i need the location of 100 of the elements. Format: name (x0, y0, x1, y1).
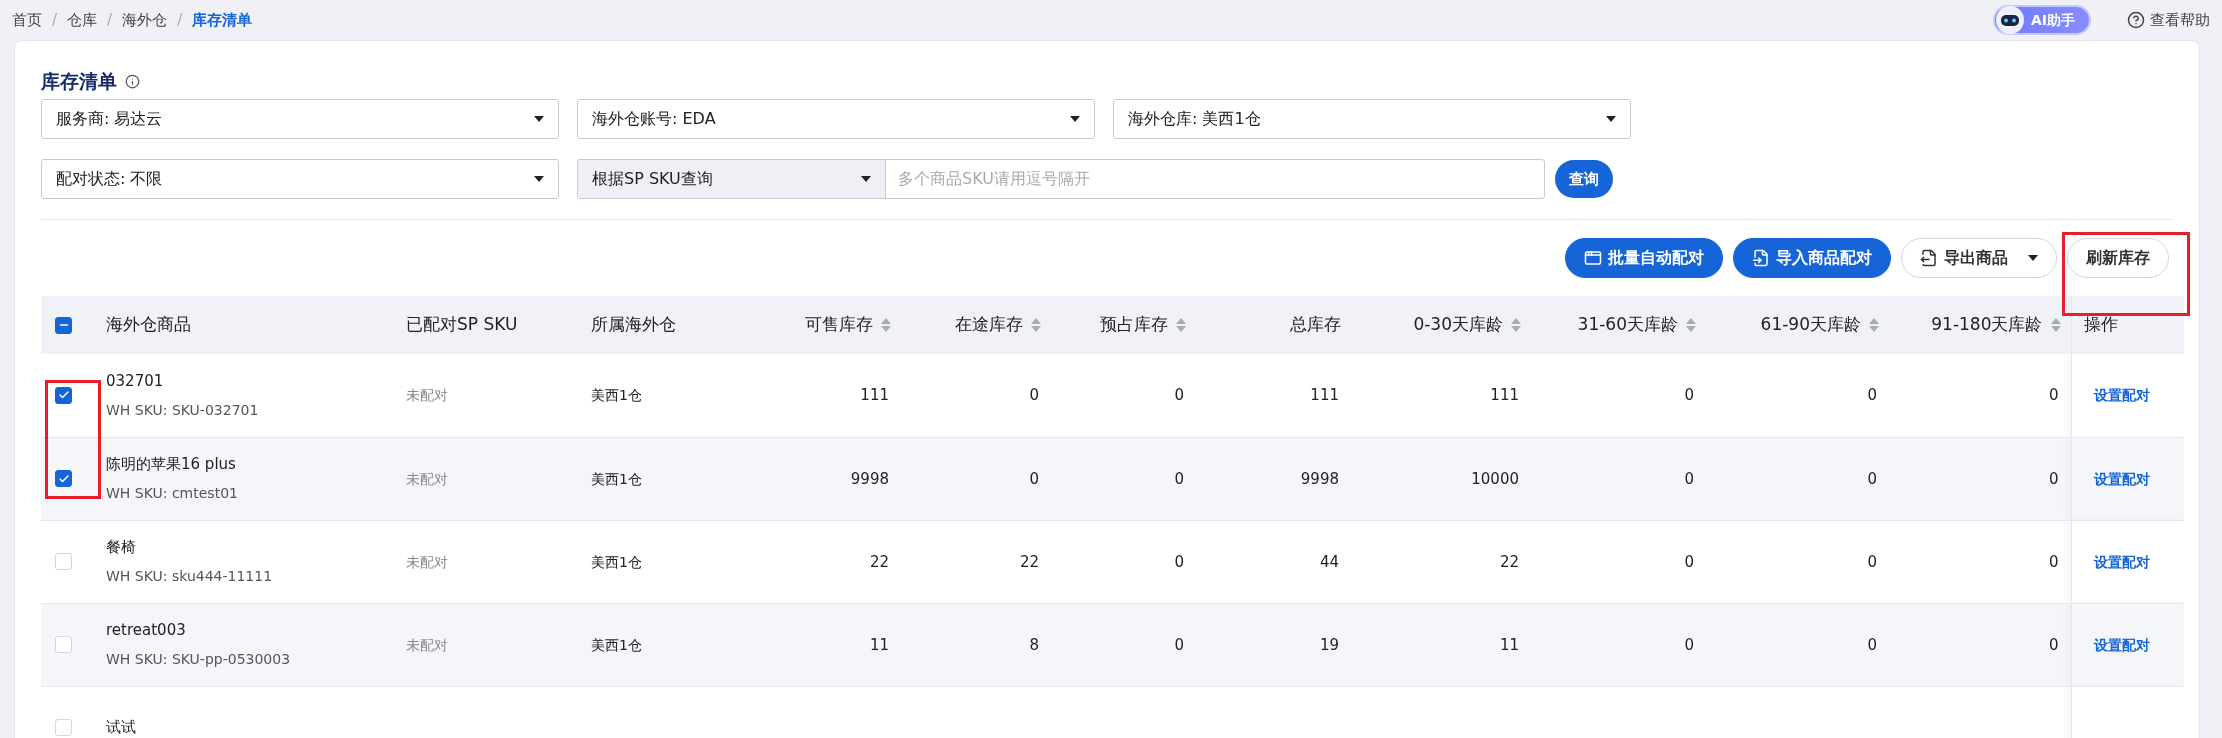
toolbar-button[interactable]: 批量自动配对 (1565, 238, 1723, 278)
file-arrow-icon (1752, 249, 1770, 267)
set-pairing-link[interactable]: 设置配对 (2093, 553, 2150, 570)
stock-value: 0 (2048, 469, 2059, 488)
toolbar-button[interactable]: 导入商品配对 (1733, 238, 1891, 278)
breadcrumb-link[interactable]: 仓库 (67, 8, 98, 32)
stock-value: 22 (1499, 552, 1519, 571)
robot-icon (1994, 5, 2025, 35)
breadcrumb-link[interactable]: 首页 (12, 8, 42, 32)
stock-value: 0 (1174, 552, 1184, 571)
sort-icon[interactable] (1511, 318, 1521, 332)
stock-value: 0 (2048, 552, 2059, 571)
column-header: 0-30天库龄 (1413, 313, 1503, 337)
search-field[interactable]: 根据SP SKU查询 多个商品SKU请用逗号隔开 (577, 159, 1545, 199)
column-header: 91-180天库龄 (1931, 313, 2043, 337)
product-name: retreat003 (106, 619, 187, 641)
stock-value: 0 (1684, 386, 1694, 405)
warehouse-name: 美西1仓 (591, 553, 642, 570)
stock-value: 111 (860, 386, 889, 405)
stock-value: 0 (1174, 386, 1184, 405)
help-link[interactable]: 查看帮助 (2127, 8, 2210, 32)
toolbar-button[interactable]: 导出商品 (1901, 238, 2057, 278)
stock-value: 19 (1319, 635, 1339, 654)
toolbar-button[interactable]: 刷新库存 (2067, 238, 2169, 278)
file-arrow-icon (1920, 249, 1938, 267)
sku-input[interactable]: 多个商品SKU请用逗号隔开 (886, 160, 1544, 198)
stock-value: 0 (1684, 552, 1694, 571)
stock-value: 111 (1310, 386, 1339, 405)
stock-value: 22 (869, 552, 889, 571)
pair-status: 未配对 (406, 553, 448, 570)
stock-value: 0 (1029, 469, 1039, 488)
product-name: 试试 (106, 717, 137, 738)
column-header: 可售库存 (805, 313, 873, 337)
checkbox[interactable] (55, 386, 72, 404)
stock-value: 0 (1029, 386, 1039, 405)
search-mode-select[interactable]: 根据SP SKU查询 (578, 160, 886, 198)
sort-icon[interactable] (1176, 318, 1186, 332)
stock-value: 22 (1019, 552, 1039, 571)
stock-value: 8 (1029, 635, 1039, 654)
filter-select[interactable]: 服务商: 易达云 (41, 99, 559, 139)
query-button[interactable]: 查询 (1555, 160, 1613, 198)
stock-value: 0 (1867, 635, 1877, 654)
caret-icon (534, 116, 544, 122)
stock-value: 0 (1684, 635, 1694, 654)
breadcrumb-link[interactable]: 库存清单 (192, 8, 253, 32)
sort-icon[interactable] (1031, 318, 1041, 332)
column-header: 61-90天库龄 (1760, 313, 1861, 337)
column-header: 所属海外仓 (591, 313, 676, 337)
filter-select[interactable]: 配对状态: 不限 (41, 159, 559, 199)
stock-value: 10000 (1471, 469, 1519, 488)
stock-value: 0 (2048, 386, 2059, 405)
set-pairing-link[interactable]: 设置配对 (2093, 387, 2150, 404)
caret-icon (534, 176, 544, 182)
set-pairing-link[interactable]: 设置配对 (2093, 470, 2150, 487)
filter-select[interactable]: 海外仓账号: EDA (577, 99, 1095, 139)
sort-icon[interactable] (2050, 318, 2061, 332)
stock-value: 9998 (850, 469, 889, 488)
breadcrumb-separator: / (52, 9, 58, 31)
help-icon (2127, 11, 2145, 29)
sort-icon[interactable] (1686, 318, 1696, 332)
caret-icon (1070, 116, 1080, 122)
stock-value: 11 (1499, 635, 1519, 654)
stock-value: 111 (1490, 386, 1519, 405)
wh-sku-text: WH SKU: sku444-11111 (106, 567, 274, 587)
breadcrumb-separator: / (107, 9, 113, 31)
breadcrumb-link[interactable]: 海外仓 (122, 8, 168, 32)
product-name: 餐椅 (106, 536, 137, 558)
warehouse-name: 美西1仓 (591, 470, 642, 487)
checkbox[interactable] (55, 316, 72, 334)
warehouse-name: 美西1仓 (591, 387, 642, 404)
column-header: 操作 (2083, 313, 2118, 337)
wh-sku-text: WH SKU: SKU-032701 (106, 401, 260, 420)
stock-value: 0 (1867, 552, 1877, 571)
column-header: 已配对SP SKU (406, 313, 518, 337)
warehouse-name: 美西1仓 (591, 636, 642, 653)
page-title: 库存清单 (41, 68, 117, 94)
stock-value: 0 (1174, 469, 1184, 488)
stock-value: 9998 (1300, 469, 1339, 488)
stock-value: 0 (1867, 469, 1877, 488)
set-pairing-link[interactable]: 设置配对 (2093, 636, 2150, 653)
wh-sku-text: WH SKU: SKU-pp-0530003 (106, 650, 292, 670)
pair-status: 未配对 (406, 636, 448, 653)
sort-icon[interactable] (1869, 318, 1879, 332)
check-icon (57, 472, 70, 485)
stock-value: 0 (1174, 635, 1184, 654)
column-header: 预占库存 (1100, 313, 1168, 337)
breadcrumb-separator: / (177, 9, 183, 31)
checkbox[interactable] (55, 470, 72, 487)
column-header: 总库存 (1290, 313, 1341, 337)
filter-select[interactable]: 海外仓库: 美西1仓 (1113, 99, 1631, 139)
sort-icon[interactable] (881, 318, 891, 332)
caret-icon (2028, 255, 2038, 261)
window-icon (1584, 249, 1602, 267)
stock-value: 11 (869, 635, 889, 654)
pair-status: 未配对 (406, 470, 448, 487)
stock-value: 0 (1867, 386, 1877, 405)
column-header: 在途库存 (955, 313, 1023, 337)
stock-value: 0 (2048, 635, 2059, 654)
product-name: 032701 (106, 370, 165, 392)
wh-sku-text: WH SKU: cmtest01 (106, 484, 239, 504)
